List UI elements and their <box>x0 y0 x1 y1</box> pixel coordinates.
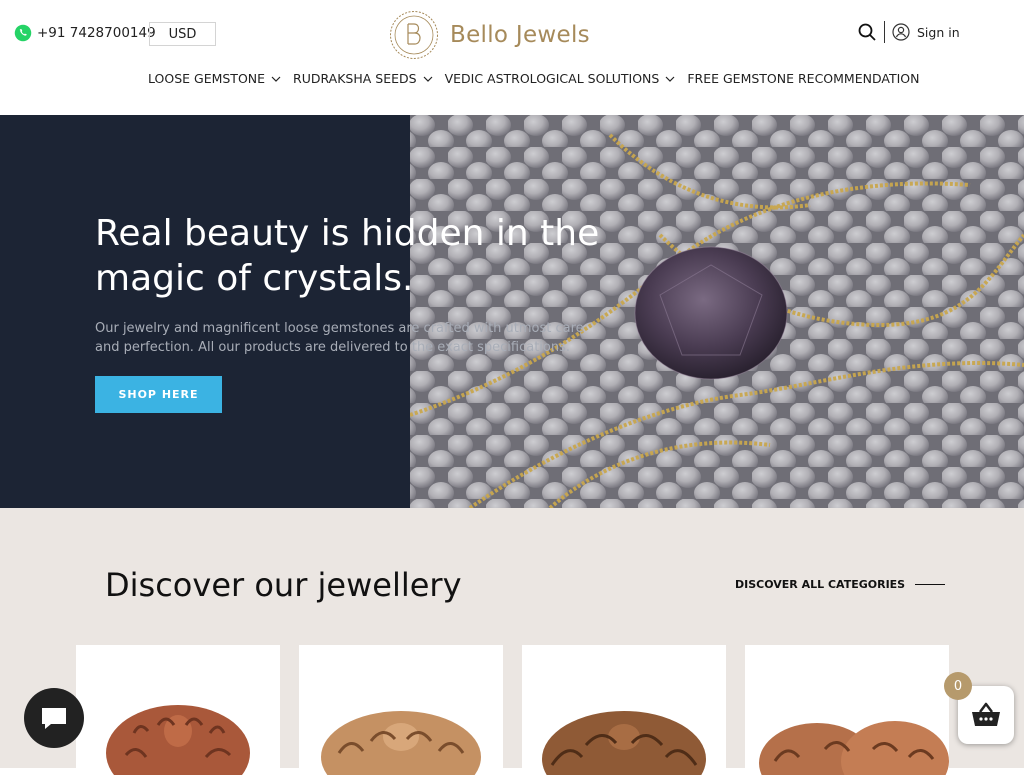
search-icon[interactable] <box>857 22 877 42</box>
nav-item-rudraksha-seeds[interactable]: RUDRAKSHA SEEDS <box>293 71 433 86</box>
nav-label: RUDRAKSHA SEEDS <box>293 71 417 86</box>
rudraksha-image <box>321 711 481 775</box>
signin-link[interactable]: Sign in <box>917 25 960 40</box>
nav-label: FREE GEMSTONE RECOMMENDATION <box>687 71 920 86</box>
nav-label: VEDIC ASTROLOGICAL SOLUTIONS <box>444 71 660 86</box>
category-card[interactable] <box>745 645 949 775</box>
phone-number: +91 7428700149 <box>37 25 156 41</box>
category-card[interactable] <box>522 645 726 775</box>
currency-select[interactable]: USD <box>149 22 216 46</box>
link-label: DISCOVER ALL CATEGORIES <box>735 578 906 591</box>
whatsapp-icon <box>14 24 32 42</box>
rudraksha-image <box>106 705 250 775</box>
site-header: +91 7428700149 USD Bello Jewels Sign in … <box>0 0 1024 115</box>
hero-subtitle: Our jewelry and magnificent loose gemsto… <box>95 321 584 355</box>
nav-item-free-gemstone-recommendation[interactable]: FREE GEMSTONE RECOMMENDATION <box>687 71 919 86</box>
rudraksha-image <box>542 711 706 775</box>
section-title: Discover our jewellery <box>105 566 462 604</box>
main-nav: LOOSE GEMSTONE RUDRAKSHA SEEDS VEDIC AST… <box>148 71 931 86</box>
discover-section: Discover our jewellery DISCOVER ALL CATE… <box>0 508 1024 775</box>
hero-title: Real beauty is hidden in the magic of cr… <box>95 213 600 299</box>
phone-contact[interactable]: +91 7428700149 <box>14 24 156 42</box>
chat-bubble-icon <box>42 708 66 729</box>
discover-all-categories-link[interactable]: DISCOVER ALL CATEGORIES <box>735 578 946 591</box>
category-card[interactable] <box>76 645 280 775</box>
nav-label: LOOSE GEMSTONE <box>148 71 266 86</box>
basket-icon <box>972 702 1000 726</box>
user-icon[interactable] <box>892 23 910 41</box>
shop-here-button[interactable]: SHOP HERE <box>95 376 222 413</box>
chevron-down-icon <box>665 76 675 82</box>
chat-button[interactable] <box>24 688 84 748</box>
category-card[interactable] <box>299 645 503 775</box>
brand-name: Bello Jewels <box>450 22 590 48</box>
cart-count-badge: 0 <box>944 672 972 700</box>
link-line <box>915 584 946 585</box>
brand-logo[interactable]: Bello Jewels <box>389 10 590 60</box>
nav-item-vedic-astrological-solutions[interactable]: VEDIC ASTROLOGICAL SOLUTIONS <box>445 71 676 86</box>
hero-banner: Real beauty is hidden in the magic of cr… <box>0 115 1024 508</box>
header-utilities: Sign in <box>857 21 960 43</box>
nav-item-loose-gemstone[interactable]: LOOSE GEMSTONE <box>148 71 281 86</box>
rudraksha-image <box>759 721 949 775</box>
brand-emblem-icon <box>390 11 438 59</box>
hero-image <box>410 115 1024 508</box>
divider <box>884 21 885 43</box>
chevron-down-icon <box>271 76 281 82</box>
chevron-down-icon <box>423 76 433 82</box>
